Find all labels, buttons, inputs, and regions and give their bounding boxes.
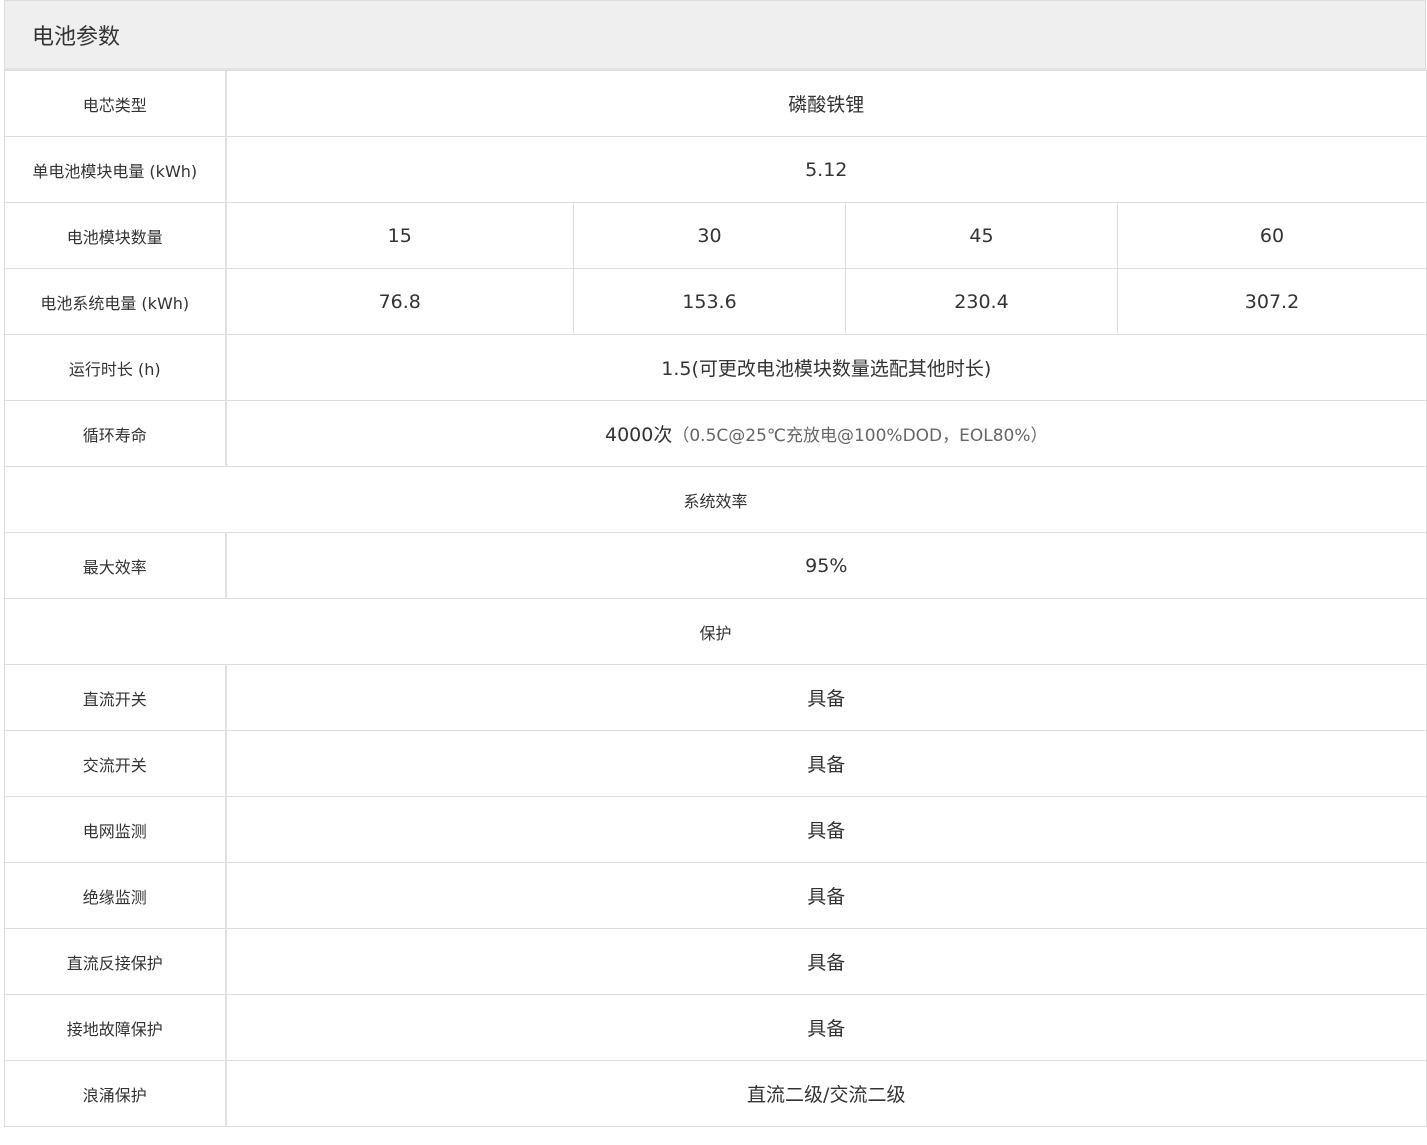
row-label: 单电池模块电量 (kWh): [4, 136, 227, 203]
row-value: 76.8: [225, 268, 574, 335]
table-row: 运行时长 (h) 1.5(可更改电池模块数量选配其他时长): [4, 334, 1427, 401]
row-value: 153.6: [573, 268, 846, 335]
table-row: 电网监测 具备: [4, 796, 1427, 863]
row-value: 30: [573, 202, 846, 269]
row-value: 磷酸铁锂: [224, 70, 1427, 137]
table-row: 直流反接保护 具备: [4, 928, 1427, 995]
row-label: 运行时长 (h): [4, 334, 227, 401]
row-label: 交流开关: [4, 730, 227, 797]
row-value: 307.2: [1116, 268, 1427, 335]
row-label: 直流开关: [4, 664, 227, 731]
row-value: 具备: [224, 730, 1427, 797]
row-label: 电池模块数量: [4, 202, 227, 269]
row-value: 具备: [224, 928, 1427, 995]
table-row: 电池系统电量 (kWh) 76.8 153.6 230.4 307.2: [4, 268, 1427, 335]
table-row: 系统效率: [3, 466, 1427, 533]
table-row: 电芯类型 磷酸铁锂: [4, 70, 1427, 137]
row-label: 电池系统电量 (kWh): [4, 268, 227, 335]
row-label: 直流反接保护: [4, 928, 227, 995]
row-label: 电芯类型: [4, 70, 227, 137]
row-value: 45: [845, 202, 1118, 269]
table-row: 电池模块数量 15 30 45 60: [4, 202, 1427, 269]
section-title: 电池参数: [4, 0, 1426, 70]
row-value: 5.12: [224, 136, 1427, 203]
row-value: 230.4: [845, 268, 1118, 335]
row-value: 具备: [224, 862, 1427, 929]
row-value: 4000次（0.5C@25℃充放电@100%DOD，EOL80%）: [224, 400, 1427, 467]
row-value: 直流二级/交流二级: [224, 1060, 1427, 1127]
row-value: 具备: [224, 664, 1427, 731]
table-row: 循环寿命 4000次（0.5C@25℃充放电@100%DOD，EOL80%）: [4, 400, 1427, 467]
subsection-heading: 系统效率: [3, 466, 1427, 533]
table-row: 保护: [3, 598, 1427, 665]
row-value: 具备: [224, 994, 1427, 1061]
battery-spec-table: 电芯类型 磷酸铁锂 单电池模块电量 (kWh) 5.12 电池模块数量 15 3…: [3, 70, 1427, 1127]
row-value: 具备: [224, 796, 1427, 863]
row-label: 电网监测: [4, 796, 227, 863]
row-value: 1.5(可更改电池模块数量选配其他时长): [224, 334, 1427, 401]
row-label: 循环寿命: [4, 400, 227, 467]
row-value: 15: [225, 202, 574, 269]
row-value: 95%: [224, 532, 1427, 599]
row-value: 60: [1116, 202, 1427, 269]
table-row: 浪涌保护 直流二级/交流二级: [4, 1060, 1427, 1127]
table-row: 最大效率 95%: [4, 532, 1427, 599]
table-row: 直流开关 具备: [4, 664, 1427, 731]
table-row: 单电池模块电量 (kWh) 5.12: [4, 136, 1427, 203]
row-label: 浪涌保护: [4, 1060, 227, 1127]
cycle-count: 4000次: [604, 424, 673, 446]
table-row: 接地故障保护 具备: [4, 994, 1427, 1061]
row-label: 最大效率: [4, 532, 227, 599]
table-row: 绝缘监测 具备: [4, 862, 1427, 929]
battery-spec-panel: 电池参数 电芯类型 磷酸铁锂 单电池模块电量 (kWh) 5.12 电池模块数量…: [3, 0, 1427, 1127]
cycle-condition-note: （0.5C@25℃充放电@100%DOD，EOL80%）: [672, 426, 1048, 446]
subsection-heading: 保护: [3, 598, 1427, 665]
row-label: 绝缘监测: [4, 862, 227, 929]
row-label: 接地故障保护: [4, 994, 227, 1061]
table-row: 交流开关 具备: [4, 730, 1427, 797]
